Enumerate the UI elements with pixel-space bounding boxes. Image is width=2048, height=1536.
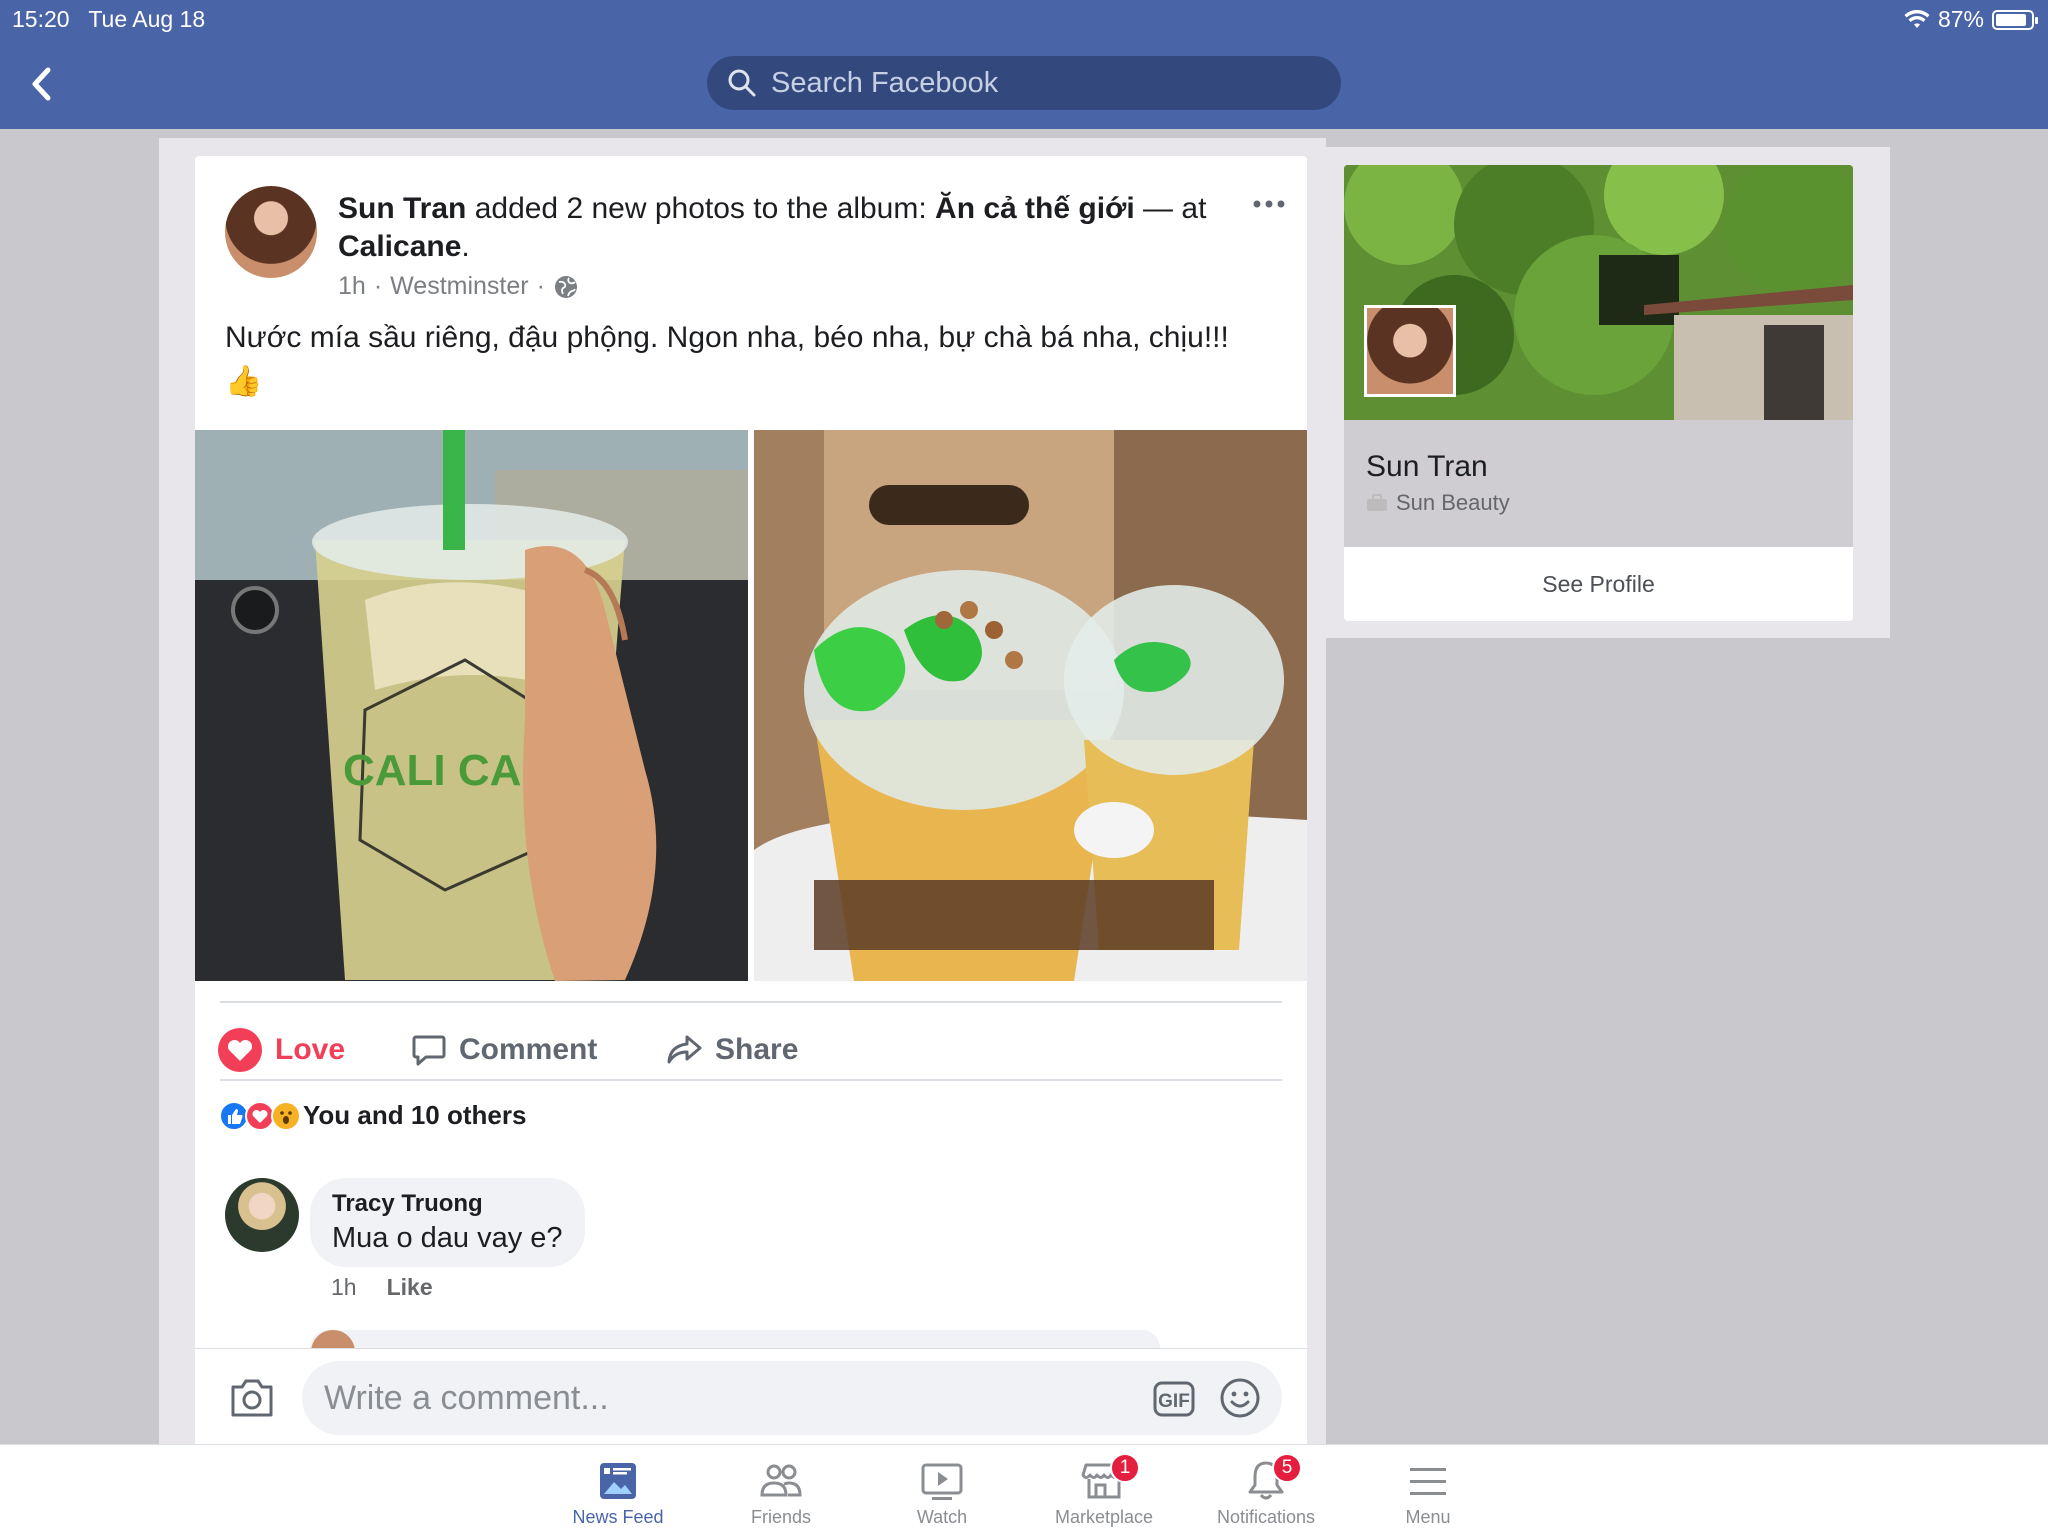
post-card: Sun Tran added 2 new photos to the album… [195, 156, 1307, 1444]
see-profile-button[interactable]: See Profile [1344, 547, 1853, 621]
wifi-icon [1904, 9, 1930, 28]
profile-subtitle: Sun Beauty [1396, 490, 1510, 515]
love-button[interactable]: Love [217, 1020, 345, 1080]
post-location[interactable]: Westminster [390, 272, 528, 301]
profile-name[interactable]: Sun Tran [1366, 450, 1488, 484]
place-link[interactable]: Calicane [338, 230, 461, 263]
globe-icon [554, 275, 577, 298]
watch-icon [921, 1463, 963, 1500]
meta-separator: · [536, 272, 545, 300]
comment-like-link[interactable]: Like [387, 1274, 433, 1301]
comment-input[interactable] [302, 1361, 1282, 1435]
news-feed-icon [600, 1463, 636, 1499]
tab-label-watch: Watch [916, 1507, 968, 1527]
share-label: Share [715, 1033, 799, 1066]
love-icon [218, 1028, 262, 1072]
tab-label-friends: Friends [750, 1507, 812, 1527]
profile-info: Sun Tran Sun Beauty [1344, 420, 1853, 547]
clock-time: 15:20 [12, 6, 70, 32]
search-input[interactable] [771, 66, 1311, 100]
at-text: — at [1134, 192, 1207, 225]
notifications-badge: 5 [1272, 1453, 1302, 1483]
post-body: Nước mía sầu riêng, đậu phộng. Ngon nha,… [225, 321, 1229, 354]
comment-time: 1h [331, 1274, 357, 1300]
post-text: Nước mía sầu riêng, đậu phộng. Ngon nha,… [225, 316, 1285, 404]
tab-label-marketplace: Marketplace [1054, 1507, 1154, 1527]
tab-watch[interactable]: Watch [872, 1445, 1012, 1536]
actions-bottom-divider [220, 1079, 1282, 1081]
share-button[interactable]: Share [665, 1020, 798, 1080]
post-photo-1[interactable]: CALI CANE [195, 430, 748, 981]
tab-news-feed[interactable]: News Feed [548, 1445, 688, 1536]
post-photo-2[interactable] [754, 430, 1307, 981]
tab-label-notifications: Notifications [1216, 1507, 1316, 1527]
meta-separator: · [373, 272, 383, 300]
love-label: Love [275, 1033, 346, 1066]
battery-percent: 87% [1937, 6, 1984, 32]
comment-icon [412, 1035, 446, 1066]
work-icon [1367, 494, 1387, 511]
more-options-icon[interactable] [1251, 194, 1287, 214]
comment-bubble: Tracy Truong Mua o dau vay e? [310, 1178, 585, 1267]
menu-icon [1410, 1468, 1446, 1495]
post-time[interactable]: 1h [338, 272, 366, 301]
post-author-name[interactable]: Sun Tran [338, 192, 466, 225]
search-bar[interactable] [707, 56, 1341, 110]
reactions-summary[interactable]: You and 10 others [219, 1100, 526, 1131]
photo-two-drinks [754, 430, 1307, 981]
comment-button[interactable]: Comment [411, 1020, 597, 1080]
tab-label-menu: Menu [1405, 1507, 1451, 1527]
profile-card: Sun Tran Sun Beauty See Profile [1344, 165, 1853, 621]
gif-button[interactable]: GIF [1153, 1379, 1195, 1419]
profile-card-avatar[interactable] [1364, 305, 1456, 397]
tab-notifications[interactable]: 5 Notifications [1196, 1445, 1336, 1536]
comment-meta: 1h Like [331, 1274, 433, 1301]
share-icon [667, 1035, 702, 1064]
tab-friends[interactable]: Friends [711, 1445, 851, 1536]
comment-label: Comment [459, 1033, 598, 1066]
reactions-text: You and 10 others [303, 1100, 527, 1130]
wow-reaction-icon [271, 1100, 301, 1131]
camera-icon[interactable] [229, 1375, 275, 1419]
profile-subtitle-row: Sun Beauty [1366, 490, 1510, 516]
tab-menu[interactable]: Menu [1358, 1445, 1498, 1536]
back-button[interactable] [26, 62, 58, 106]
tab-label-news-feed: News Feed [572, 1507, 664, 1527]
post-author-avatar[interactable] [225, 186, 317, 278]
marketplace-badge: 1 [1110, 1453, 1140, 1483]
thumbs-up-emoji: 👍 [225, 365, 263, 398]
post-header: Sun Tran added 2 new photos to the album… [338, 190, 1218, 266]
comment-composer: GIF [195, 1348, 1307, 1444]
search-icon [728, 69, 756, 97]
period: . [461, 230, 470, 263]
profile-cover-photo[interactable] [1344, 165, 1853, 420]
status-indicators: 87% [1904, 6, 2038, 33]
top-bar: 15:20 Tue Aug 18 87% [0, 0, 2048, 129]
commenter-avatar[interactable] [225, 1178, 299, 1252]
bottom-tab-bar: News Feed Friends Watch 1 Marketplace 5 … [0, 1444, 2048, 1536]
album-link[interactable]: Ăn cả thế giới [935, 192, 1135, 225]
battery-icon [1992, 9, 2038, 30]
comment-author[interactable]: Tracy Truong [332, 1190, 563, 1218]
actions-top-divider [220, 1001, 1282, 1003]
post-meta: 1h · Westminster · [338, 272, 579, 301]
clock-date: Tue Aug 18 [88, 6, 206, 32]
post-action-text: added 2 new photos to the album: [466, 192, 936, 225]
photo-drink-in-hand: CALI CANE [195, 430, 748, 981]
status-time: 15:20 Tue Aug 18 [12, 6, 205, 33]
emoji-icon[interactable] [1219, 1377, 1261, 1419]
comment-text: Mua o dau vay e? [332, 1222, 563, 1254]
gif-label: GIF [1158, 1391, 1190, 1412]
tab-marketplace[interactable]: 1 Marketplace [1034, 1445, 1174, 1536]
friends-icon [760, 1464, 802, 1497]
